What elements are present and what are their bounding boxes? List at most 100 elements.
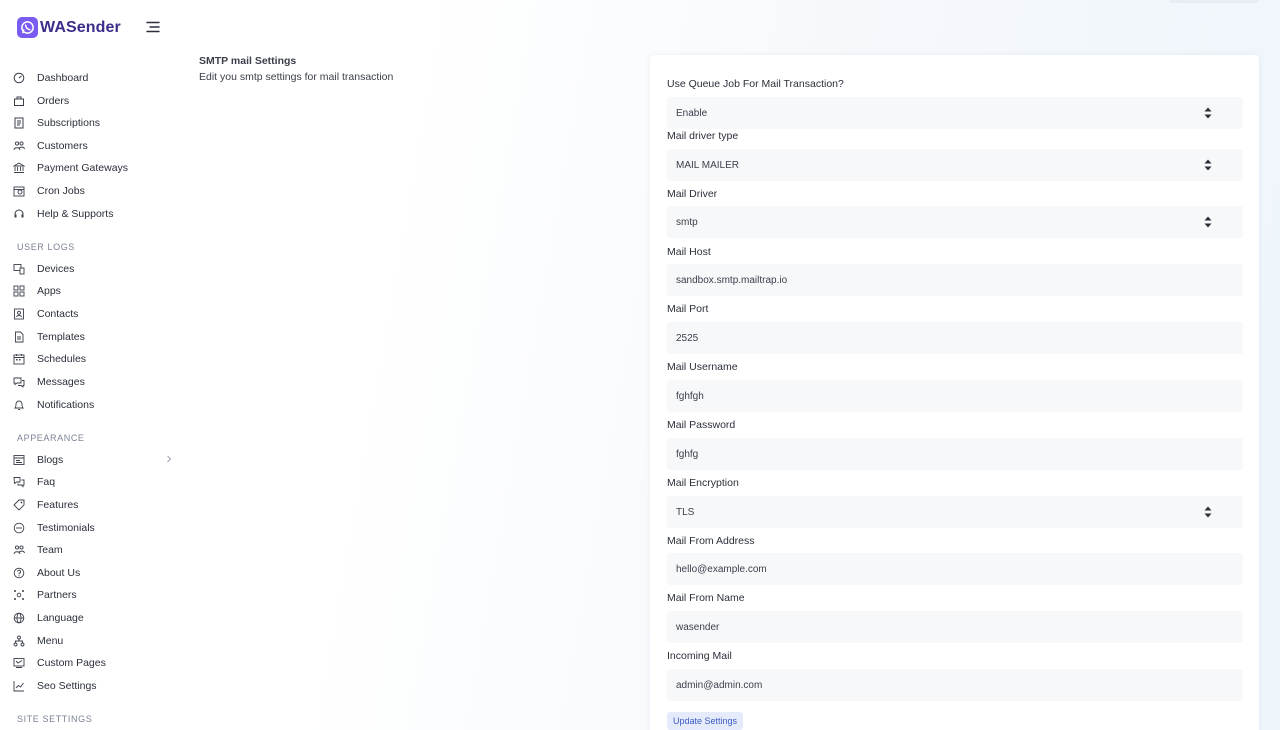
- subscriptions-icon: [13, 117, 25, 129]
- sidebar-item-label: Menu: [37, 635, 64, 647]
- whatsapp-logo-icon: [17, 17, 38, 38]
- sidebar-item-schedules[interactable]: Schedules: [13, 349, 173, 369]
- header-action-button[interactable]: [1169, 0, 1259, 3]
- encryption-value: TLS: [676, 506, 695, 518]
- sidebar-item-cron-jobs[interactable]: Cron Jobs: [13, 181, 173, 201]
- sidebar-item-label: About Us: [37, 567, 81, 579]
- password-input[interactable]: fghfg: [667, 438, 1243, 470]
- from-name-value: wasender: [676, 621, 720, 633]
- sidebar-item-label: Templates: [37, 331, 85, 343]
- sidebar-item-subscriptions[interactable]: Subscriptions: [13, 113, 173, 133]
- password-value: fghfg: [676, 448, 699, 460]
- calendar-icon: [13, 353, 25, 365]
- sidebar-item-label: Apps: [37, 285, 61, 297]
- features-icon: [13, 499, 25, 511]
- sidebar-item-devices[interactable]: Devices: [13, 259, 173, 279]
- incoming-input[interactable]: admin@admin.com: [667, 669, 1243, 701]
- blogs-icon: [13, 454, 25, 466]
- menu-tree-icon: [13, 635, 25, 647]
- sidebar-item-dashboard[interactable]: Dashboard: [13, 68, 173, 88]
- sidebar-item-notifications[interactable]: Notifications: [13, 395, 173, 415]
- brand[interactable]: WASender: [17, 17, 121, 38]
- select-arrows-icon: [1204, 158, 1212, 172]
- sidebar-item-payment-gateways[interactable]: Payment Gateways: [13, 158, 173, 178]
- sidebar-item-testimonials[interactable]: Testimonials: [13, 518, 173, 538]
- partners-icon: [13, 589, 25, 601]
- driver-value: smtp: [676, 216, 698, 228]
- sidebar-item-label: Contacts: [37, 308, 79, 320]
- from-address-label: Mail From Address: [667, 535, 755, 547]
- chevron-right-icon[interactable]: [165, 454, 173, 467]
- from-name-input[interactable]: wasender: [667, 611, 1243, 643]
- sidebar-item-partners[interactable]: Partners: [13, 585, 173, 605]
- section-subtitle: Edit you smtp settings for mail transact…: [199, 71, 394, 83]
- brand-name: WASender: [40, 18, 121, 36]
- sidebar-item-faq[interactable]: Faq: [13, 472, 173, 492]
- smtp-settings-form: Use Queue Job For Mail Transaction? Enab…: [650, 55, 1259, 730]
- sidebar-item-orders[interactable]: Orders: [13, 91, 173, 111]
- driver-type-select[interactable]: MAIL MAILER: [667, 149, 1243, 181]
- sidebar-item-seo-settings[interactable]: Seo Settings: [13, 676, 173, 696]
- encryption-label: Mail Encryption: [667, 477, 739, 489]
- update-settings-button[interactable]: Update Settings: [667, 712, 744, 730]
- sidebar-item-apps[interactable]: Apps: [13, 281, 173, 301]
- sidebar-item-label: Devices: [37, 263, 75, 275]
- queue-value: Enable: [676, 107, 708, 119]
- messages-icon: [13, 376, 25, 388]
- encryption-select[interactable]: TLS: [667, 496, 1243, 528]
- driver-type-label: Mail driver type: [667, 130, 739, 142]
- from-address-input[interactable]: hello@example.com: [667, 553, 1243, 585]
- sidebar-item-help-supports[interactable]: Help & Supports: [13, 204, 173, 224]
- sidebar-item-customers[interactable]: Customers: [13, 136, 173, 156]
- sidebar-item-language[interactable]: Language: [13, 608, 173, 628]
- cron-icon: [13, 185, 25, 197]
- driver-type-value: MAIL MAILER: [676, 159, 739, 171]
- select-arrows-icon: [1204, 106, 1212, 120]
- sidebar-item-messages[interactable]: Messages: [13, 372, 173, 392]
- section-label-appearance: APPEARANCE: [17, 433, 85, 443]
- sidebar-item-about-us[interactable]: About Us: [13, 563, 173, 583]
- sidebar-item-templates[interactable]: Templates: [13, 327, 173, 347]
- from-name-label: Mail From Name: [667, 592, 745, 604]
- sidebar-item-blogs[interactable]: Blogs: [13, 450, 173, 470]
- faq-icon: [13, 476, 25, 488]
- sidebar-item-label: Seo Settings: [37, 680, 97, 692]
- dashboard-icon: [13, 72, 25, 84]
- section-info: SMTP mail Settings Edit you smtp setting…: [199, 55, 393, 83]
- devices-icon: [13, 263, 25, 275]
- sidebar-item-team[interactable]: Team: [13, 540, 173, 560]
- sidebar-item-custom-pages[interactable]: Custom Pages: [13, 653, 173, 673]
- customers-icon: [13, 140, 25, 152]
- sidebar-item-menu[interactable]: Menu: [13, 631, 173, 651]
- sidebar-item-features[interactable]: Features: [13, 495, 173, 515]
- bank-icon: [13, 162, 25, 174]
- username-value: fghfgh: [676, 390, 704, 402]
- section-title: SMTP mail Settings: [199, 55, 297, 67]
- sidebar-item-label: Cron Jobs: [37, 185, 85, 197]
- host-input[interactable]: sandbox.smtp.mailtrap.io: [667, 264, 1243, 296]
- menu-toggle-icon[interactable]: [146, 20, 164, 36]
- about-icon: [13, 567, 25, 579]
- sidebar-item-label: Orders: [37, 95, 70, 107]
- sidebar-item-label: Team: [37, 544, 63, 556]
- port-input[interactable]: 2525: [667, 322, 1243, 354]
- driver-select[interactable]: smtp: [667, 206, 1243, 238]
- username-label: Mail Username: [667, 361, 738, 373]
- apps-icon: [13, 285, 25, 297]
- templates-icon: [13, 331, 25, 343]
- port-label: Mail Port: [667, 303, 709, 315]
- contacts-icon: [13, 308, 25, 320]
- sidebar-item-contacts[interactable]: Contacts: [13, 304, 173, 324]
- host-label: Mail Host: [667, 246, 711, 258]
- queue-select[interactable]: Enable: [667, 97, 1243, 129]
- sidebar-item-label: Dashboard: [37, 72, 89, 84]
- sidebar-item-label: Schedules: [37, 353, 87, 365]
- orders-icon: [13, 95, 25, 107]
- sidebar-item-label: Messages: [37, 376, 85, 388]
- sidebar-item-label: Customers: [37, 140, 88, 152]
- section-label-user-logs: USER LOGS: [17, 242, 75, 252]
- username-input[interactable]: fghfgh: [667, 380, 1243, 412]
- testimonials-icon: [13, 522, 25, 534]
- select-arrows-icon: [1204, 215, 1212, 229]
- driver-label: Mail Driver: [667, 188, 718, 200]
